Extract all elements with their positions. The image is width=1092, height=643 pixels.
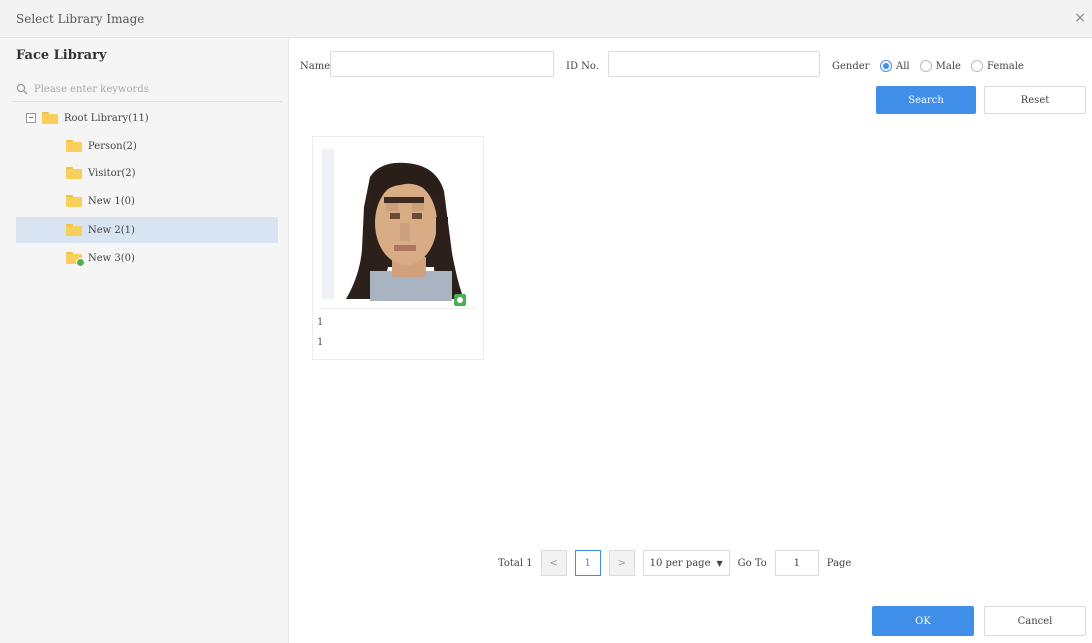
dialog-titlebar: Select Library Image ×: [0, 0, 1092, 38]
face-card-line-1: 1: [317, 317, 324, 328]
goto-label: Go To: [737, 557, 767, 569]
search-icon: [16, 83, 28, 95]
tree-root-library[interactable]: Root Library(11): [26, 105, 149, 131]
gender-option-label: Female: [986, 60, 1024, 72]
name-label: Name: [300, 61, 331, 72]
library-title: Face Library: [16, 48, 107, 63]
cancel-button[interactable]: Cancel: [984, 606, 1086, 636]
next-page-button[interactable]: >: [608, 550, 635, 576]
goto-page-input[interactable]: 1: [774, 550, 819, 576]
tree-item-new-2[interactable]: New 2(1): [16, 217, 278, 243]
gender-male-radio[interactable]: [919, 60, 932, 72]
name-input[interactable]: [330, 51, 554, 77]
gender-option-label: Male: [935, 60, 961, 72]
gender-radio-group: All Male Female: [880, 60, 1034, 72]
library-sidebar: Face Library Please enter keywords Root …: [0, 38, 289, 643]
tree-item-new-3[interactable]: New 3(0): [66, 245, 135, 271]
gender-option-label: All: [896, 60, 910, 72]
chevron-down-icon: ▼: [716, 558, 723, 568]
face-card[interactable]: 1 1: [312, 136, 484, 360]
tree-item-label: Root Library(11): [64, 112, 149, 124]
search-placeholder: Please enter keywords: [34, 84, 149, 95]
total-count: Total 1: [498, 557, 533, 569]
library-search-input[interactable]: Please enter keywords: [12, 78, 282, 102]
gender-all-radio[interactable]: [880, 60, 892, 72]
per-page-value: 10 per page: [649, 557, 711, 569]
tree-item-label: New 1(0): [88, 195, 135, 207]
folder-icon: [66, 167, 82, 179]
folder-icon: [66, 195, 82, 207]
gender-label: Gender: [832, 61, 870, 72]
per-page-select[interactable]: 10 per page ▼: [642, 550, 730, 576]
page-label: Page: [826, 557, 852, 569]
page-number-button[interactable]: 1: [574, 550, 601, 576]
close-icon[interactable]: ×: [1074, 10, 1086, 26]
tree-item-label: New 3(0): [88, 252, 135, 264]
tree-item-label: Visitor(2): [88, 167, 136, 179]
verified-badge-icon: [454, 294, 466, 306]
filter-bar: Name ID No. Gender All Male Female Searc…: [290, 38, 1092, 128]
id-number-input[interactable]: [608, 51, 820, 77]
dialog-title: Select Library Image: [16, 12, 145, 26]
folder-synced-icon: [66, 252, 85, 267]
reset-button[interactable]: Reset: [984, 86, 1086, 114]
search-button[interactable]: Search: [876, 86, 976, 114]
folder-icon: [66, 224, 82, 236]
pagination: Total 1 < 1 > 10 per page ▼ Go To 1 Page: [498, 548, 851, 578]
face-image: [340, 157, 466, 301]
ok-button[interactable]: OK: [872, 606, 974, 636]
photo-strip: [322, 149, 334, 299]
prev-page-button[interactable]: <: [540, 550, 567, 576]
tree-item-new-1[interactable]: New 1(0): [66, 188, 135, 214]
id-number-label: ID No.: [566, 61, 599, 72]
folder-icon: [42, 112, 58, 124]
tree-item-label: New 2(1): [88, 224, 135, 236]
face-card-line-2: 1: [317, 337, 324, 348]
face-photo: [320, 149, 476, 309]
collapse-toggle-icon[interactable]: [26, 113, 36, 123]
folder-icon: [66, 140, 82, 152]
gender-female-radio[interactable]: [970, 60, 983, 72]
tree-item-person[interactable]: Person(2): [66, 133, 137, 159]
tree-item-visitor[interactable]: Visitor(2): [66, 160, 136, 186]
tree-item-label: Person(2): [88, 140, 137, 152]
